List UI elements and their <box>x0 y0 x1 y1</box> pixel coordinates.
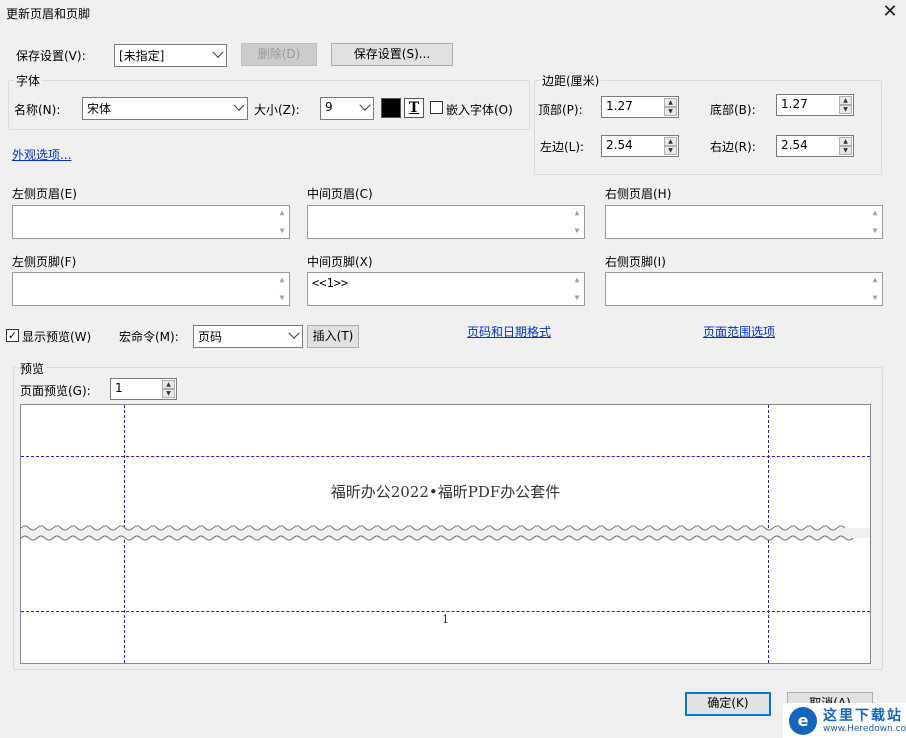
font-name-select[interactable]: 宋体 <box>82 97 248 120</box>
spin-down-icon[interactable]: ▼ <box>664 146 677 155</box>
macro-label: 宏命令(M): <box>119 330 179 344</box>
right-header-label: 右侧页眉(H) <box>605 187 672 201</box>
preview-canvas: 福昕办公2022•福昕PDF办公套件 1 <box>20 404 871 664</box>
close-icon[interactable]: ✕ <box>880 2 900 22</box>
scroll-up-icon: ▲ <box>872 208 878 217</box>
left-footer-input[interactable]: ▲ ▼ <box>12 272 290 306</box>
font-size-label: 大小(Z): <box>254 103 300 117</box>
check-icon: ✓ <box>7 329 18 342</box>
center-header-label: 中间页眉(C) <box>307 187 373 201</box>
font-color-swatch[interactable] <box>381 98 401 118</box>
margin-top-label: 顶部(P): <box>538 103 583 117</box>
saved-settings-label: 保存设置(V): <box>16 49 86 63</box>
preview-footer-text: 1 <box>442 613 449 626</box>
font-size-select[interactable]: 9 <box>320 97 374 120</box>
spin-down-icon[interactable]: ▼ <box>839 146 852 155</box>
right-footer-input[interactable]: ▲ ▼ <box>605 272 883 306</box>
top-margin-guide <box>21 456 870 457</box>
preview-group-label: 预览 <box>18 360 47 377</box>
left-header-label: 左侧页眉(E) <box>12 187 77 201</box>
scroll-down-icon: ▼ <box>279 293 285 302</box>
font-name-label: 名称(N): <box>14 103 61 117</box>
window-title: 更新页眉和页脚 <box>6 7 91 21</box>
saved-settings-value: [未指定] <box>119 49 165 63</box>
heredown-logo-icon: e <box>789 707 817 735</box>
delete-button[interactable]: 删除(D) <box>241 43 317 66</box>
margin-bottom-label: 底部(B): <box>710 103 756 117</box>
macro-value: 页码 <box>198 330 223 344</box>
margin-top-value: 1.27 <box>606 99 633 113</box>
page-date-format-link[interactable]: 页码和日期格式 <box>467 323 551 340</box>
embed-font-label[interactable]: 嵌入字体(O) <box>446 101 513 118</box>
scroll-up-icon: ▲ <box>574 275 580 284</box>
underline-text-icon[interactable]: T <box>404 98 424 118</box>
center-footer-input[interactable]: <<1>> ▲ ▼ <box>307 272 585 306</box>
spin-up-icon[interactable]: ▲ <box>664 98 677 107</box>
center-footer-value: <<1>> <box>312 276 349 290</box>
spin-down-icon[interactable]: ▼ <box>839 105 852 114</box>
margin-bottom-value: 1.27 <box>781 97 808 111</box>
scroll-up-icon: ▲ <box>279 208 285 217</box>
margin-bottom-spinner[interactable]: 1.27 ▲ ▼ <box>776 94 854 116</box>
chevron-down-icon <box>212 46 224 58</box>
scroll-up-icon: ▲ <box>574 208 580 217</box>
scroll-up-icon: ▲ <box>279 275 285 284</box>
page-preview-spinner[interactable]: 1 ▲ ▼ <box>110 378 177 400</box>
scroll-down-icon: ▼ <box>574 226 580 235</box>
embed-font-checkbox[interactable] <box>430 101 443 114</box>
show-preview-checkbox[interactable]: ✓ <box>6 329 19 342</box>
left-header-input[interactable]: ▲ ▼ <box>12 205 290 239</box>
spin-up-icon[interactable]: ▲ <box>664 137 677 146</box>
page-range-options-link[interactable]: 页面范围选项 <box>703 323 775 340</box>
font-group-label: 字体 <box>14 72 43 89</box>
spin-up-icon[interactable]: ▲ <box>162 380 175 389</box>
scroll-down-icon: ▼ <box>872 293 878 302</box>
spin-down-icon[interactable]: ▼ <box>162 389 175 398</box>
margins-group-label: 边距(厘米) <box>540 72 602 89</box>
right-footer-label: 右侧页脚(I) <box>605 255 666 269</box>
bottom-margin-guide <box>21 611 870 612</box>
scroll-down-icon: ▼ <box>872 226 878 235</box>
center-footer-label: 中间页脚(X) <box>307 255 373 269</box>
right-header-input[interactable]: ▲ ▼ <box>605 205 883 239</box>
scroll-down-icon: ▼ <box>279 226 285 235</box>
watermark: e 这里下载站 www.Heredown.com <box>783 703 906 738</box>
center-header-input[interactable]: ▲ ▼ <box>307 205 585 239</box>
margin-left-spinner[interactable]: 2.54 ▲ ▼ <box>601 135 679 157</box>
margin-right-spinner[interactable]: 2.54 ▲ ▼ <box>776 135 854 157</box>
insert-button[interactable]: 插入(T) <box>307 325 359 348</box>
margin-left-value: 2.54 <box>606 138 633 152</box>
appearance-options-link[interactable]: 外观选项... <box>12 146 71 163</box>
font-size-value: 9 <box>325 100 333 114</box>
page-break-wave <box>21 525 870 541</box>
margin-right-value: 2.54 <box>781 138 808 152</box>
preview-header-text: 福昕办公2022•福昕PDF办公套件 <box>330 483 561 501</box>
watermark-title: 这里下载站 <box>823 708 903 724</box>
chevron-down-icon <box>359 99 371 111</box>
left-footer-label: 左侧页脚(F) <box>12 255 77 269</box>
chevron-down-icon <box>233 99 245 111</box>
page-preview-value: 1 <box>115 381 123 395</box>
saved-settings-select[interactable]: [未指定] <box>114 44 227 67</box>
margin-left-label: 左边(L): <box>540 140 585 154</box>
scroll-down-icon: ▼ <box>574 293 580 302</box>
spin-up-icon[interactable]: ▲ <box>839 137 852 146</box>
scroll-up-icon: ▲ <box>872 275 878 284</box>
save-settings-button[interactable]: 保存设置(S)... <box>331 43 453 66</box>
font-name-value: 宋体 <box>87 102 112 116</box>
macro-select[interactable]: 页码 <box>193 325 303 348</box>
show-preview-label[interactable]: 显示预览(W) <box>22 328 91 345</box>
spin-up-icon[interactable]: ▲ <box>839 96 852 105</box>
chevron-down-icon <box>288 327 300 339</box>
margin-top-spinner[interactable]: 1.27 ▲ ▼ <box>601 96 679 118</box>
ok-button[interactable]: 确定(K) <box>685 692 771 716</box>
watermark-url: www.Heredown.com <box>823 724 906 734</box>
margin-right-label: 右边(R): <box>710 140 756 154</box>
page-preview-label: 页面预览(G): <box>20 384 91 398</box>
spin-down-icon[interactable]: ▼ <box>664 107 677 116</box>
